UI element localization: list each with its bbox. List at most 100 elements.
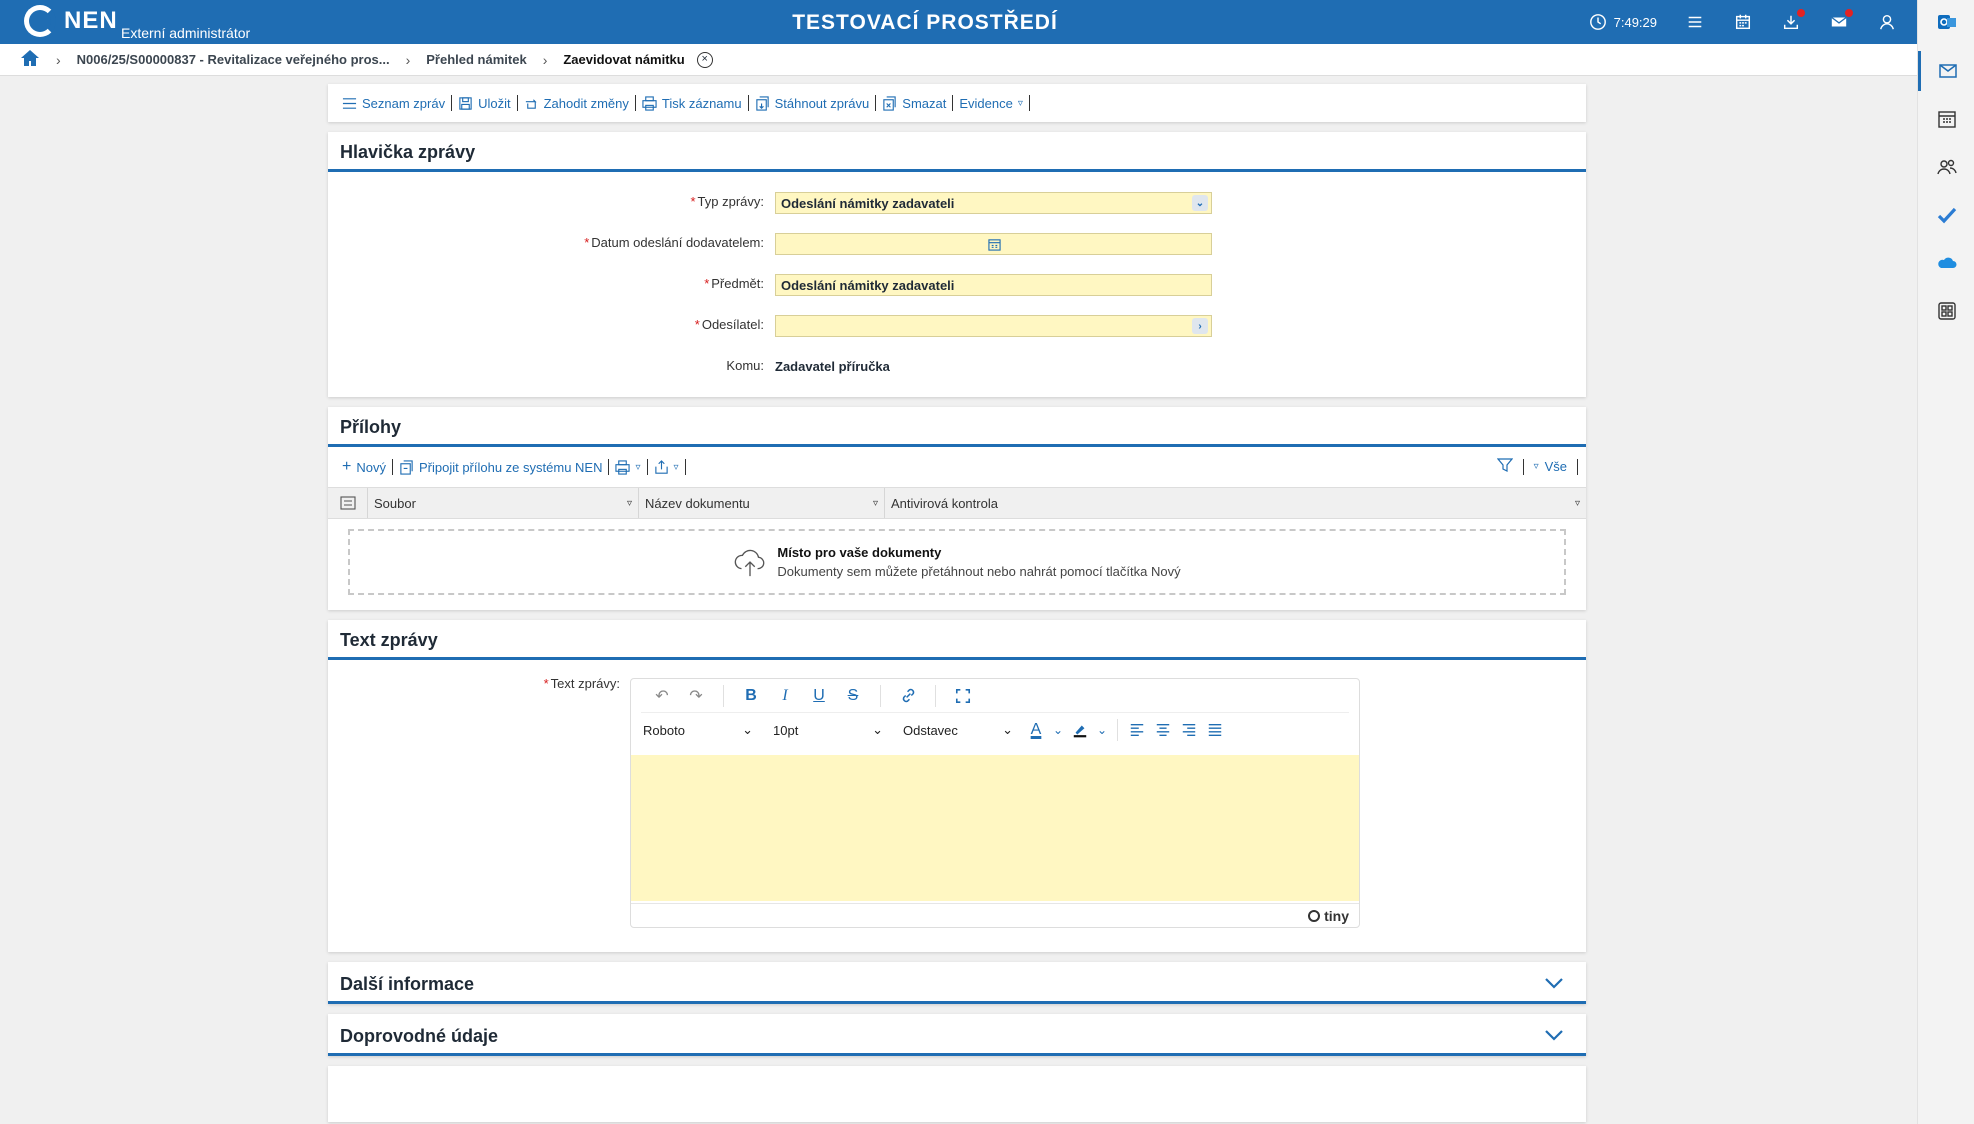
filter-icon[interactable] xyxy=(1496,457,1513,476)
column-settings-icon[interactable] xyxy=(328,488,368,518)
block-format-value: Odstavec xyxy=(903,722,958,738)
download-message-button[interactable]: Stáhnout zprávu xyxy=(749,96,876,111)
align-left-icon[interactable] xyxy=(1126,719,1148,741)
chevron-down-icon[interactable]: ⌄ xyxy=(1192,195,1208,211)
column-antivirus-label: Antivirová kontrola xyxy=(891,495,998,511)
export-dropdown[interactable]: ▿ xyxy=(648,459,685,475)
tiny-logo-icon xyxy=(1308,909,1321,922)
discard-changes-button[interactable]: Zahodit změny xyxy=(518,96,635,111)
sender-label-text: Odesílatel: xyxy=(701,317,764,332)
align-center-icon[interactable] xyxy=(1152,719,1174,741)
file-dropzone[interactable]: Místo pro vaše dokumenty Dokumenty sem m… xyxy=(348,529,1566,595)
print-dropdown[interactable]: ▿ xyxy=(609,459,646,475)
message-text-panel: Text zprávy * Text zprávy: ↶ ↷ B I U S R… xyxy=(328,620,1586,952)
editor-content-area[interactable] xyxy=(631,755,1359,901)
italic-icon[interactable]: I xyxy=(774,685,796,707)
breadcrumb-procurement[interactable]: N006/25/S00000837 - Revitalizace veřejné… xyxy=(77,52,390,67)
environment-title: TESTOVACÍ PROSTŘEDÍ xyxy=(792,11,1058,34)
calendar-icon[interactable] xyxy=(1733,12,1753,32)
print-label: Tisk záznamu xyxy=(661,95,742,111)
subject-input[interactable]: Odeslání námitky zadavateli xyxy=(775,274,1212,296)
supporting-data-panel: Doprovodné údaje xyxy=(328,1014,1586,1056)
sort-triangle-icon: ▿ xyxy=(626,497,632,509)
subject-label: * Předmět: xyxy=(704,276,764,291)
rich-text-editor: ↶ ↷ B I U S Roboto ⌄ 10pt ⌄ Odstavec ⌄ A… xyxy=(630,678,1360,928)
chevron-down-icon[interactable] xyxy=(1544,974,1564,995)
home-icon[interactable] xyxy=(20,49,40,70)
delete-button[interactable]: Smazat xyxy=(876,96,952,111)
font-size-select[interactable]: 10pt ⌄ xyxy=(765,717,891,743)
rail-people-icon[interactable] xyxy=(1918,147,1974,187)
evidence-dropdown[interactable]: Evidence ▿ xyxy=(953,96,1029,111)
required-marker: * xyxy=(690,194,696,209)
menu-icon[interactable] xyxy=(1685,12,1705,32)
toolbar-divider xyxy=(1028,95,1030,111)
user-icon[interactable] xyxy=(1877,12,1897,32)
undo-icon[interactable]: ↶ xyxy=(651,685,673,707)
main-content: Seznam zpráv Uložit Zahodit změny Tisk z… xyxy=(328,84,1586,1122)
message-type-select[interactable]: Odeslání námitky zadavateli ⌄ xyxy=(775,192,1212,214)
mail-icon[interactable] xyxy=(1829,9,1853,32)
download-icon[interactable] xyxy=(1781,9,1805,32)
text-label: * Text zprávy: xyxy=(328,676,620,691)
toolbar-divider xyxy=(880,684,881,707)
sender-picker[interactable]: › xyxy=(775,315,1212,337)
close-tab-icon[interactable]: × xyxy=(696,51,713,68)
column-file-label: Soubor xyxy=(374,495,416,511)
new-attachment-label: Nový xyxy=(356,459,386,475)
section-title-attachments: Přílohy xyxy=(328,407,1586,447)
save-button[interactable]: Uložit xyxy=(452,96,517,111)
font-family-select[interactable]: Roboto ⌄ xyxy=(635,717,761,743)
section-title-text: Text zprávy xyxy=(328,620,1586,660)
message-type-value: Odeslání námitky zadavateli xyxy=(781,195,955,211)
column-doc-name[interactable]: Název dokumentu ▿ xyxy=(639,488,885,518)
underline-icon[interactable]: U xyxy=(808,685,830,707)
rail-onedrive-icon[interactable] xyxy=(1918,243,1974,283)
date-label-text: Datum odeslání dodavatelem: xyxy=(591,235,764,250)
tiny-brand[interactable]: tiny xyxy=(1324,908,1349,924)
align-right-icon[interactable] xyxy=(1178,719,1200,741)
rail-mail-icon[interactable] xyxy=(1918,51,1974,91)
download-notification-dot xyxy=(1797,9,1805,17)
breadcrumb-objections[interactable]: Přehled námitek xyxy=(426,52,526,67)
link-icon[interactable] xyxy=(897,685,919,707)
chevron-down-icon[interactable]: ⌄ xyxy=(1051,719,1065,741)
rail-apps-icon[interactable] xyxy=(1918,291,1974,331)
rail-todo-icon[interactable] xyxy=(1918,195,1974,235)
more-info-header[interactable]: Další informace xyxy=(328,962,1586,1004)
list-messages-button[interactable]: Seznam zpráv xyxy=(336,96,451,111)
to-value: Zadavatel příručka xyxy=(775,359,890,374)
discard-label: Zahodit změny xyxy=(543,95,629,111)
strikethrough-icon[interactable]: S xyxy=(842,685,864,707)
chevron-down-icon[interactable]: ⌄ xyxy=(1095,719,1109,741)
text-color-icon[interactable]: A xyxy=(1025,719,1047,741)
required-marker: * xyxy=(694,317,700,332)
chevron-down-icon[interactable] xyxy=(1544,1026,1564,1047)
redo-icon[interactable]: ↷ xyxy=(685,685,707,707)
calendar-picker-icon[interactable] xyxy=(986,236,1002,252)
attach-from-nen-button[interactable]: Připojit přílohu ze systému NEN xyxy=(393,460,609,475)
outlook-icon[interactable] xyxy=(1918,2,1974,42)
required-marker: * xyxy=(584,235,590,250)
type-row: * Typ zprávy: Odeslání námitky zadavateli… xyxy=(328,182,1586,223)
bold-icon[interactable]: B xyxy=(740,685,762,707)
toolbar-divider xyxy=(684,459,686,475)
sent-date-field[interactable] xyxy=(775,233,1212,255)
sort-triangle-icon: ▿ xyxy=(1574,497,1580,509)
new-attachment-button[interactable]: + Nový xyxy=(336,458,392,476)
toolbar-divider xyxy=(935,684,936,707)
supporting-data-header[interactable]: Doprovodné údaje xyxy=(328,1014,1586,1056)
highlight-color-icon[interactable] xyxy=(1069,719,1091,741)
subject-label-text: Předmět: xyxy=(711,276,764,291)
sort-triangle-icon: ▿ xyxy=(872,497,878,509)
print-record-button[interactable]: Tisk záznamu xyxy=(636,96,748,111)
chevron-right-icon[interactable]: › xyxy=(1192,318,1208,334)
cloud-upload-icon xyxy=(735,549,765,577)
align-justify-icon[interactable] xyxy=(1204,719,1226,741)
rail-calendar-icon[interactable] xyxy=(1918,99,1974,139)
fullscreen-icon[interactable] xyxy=(952,685,974,707)
column-antivirus[interactable]: Antivirová kontrola ▿ xyxy=(885,488,1586,518)
column-file[interactable]: Soubor ▿ xyxy=(368,488,639,518)
filter-all-dropdown[interactable]: ▿ Vše xyxy=(1534,459,1567,474)
block-format-select[interactable]: Odstavec ⌄ xyxy=(895,717,1021,743)
